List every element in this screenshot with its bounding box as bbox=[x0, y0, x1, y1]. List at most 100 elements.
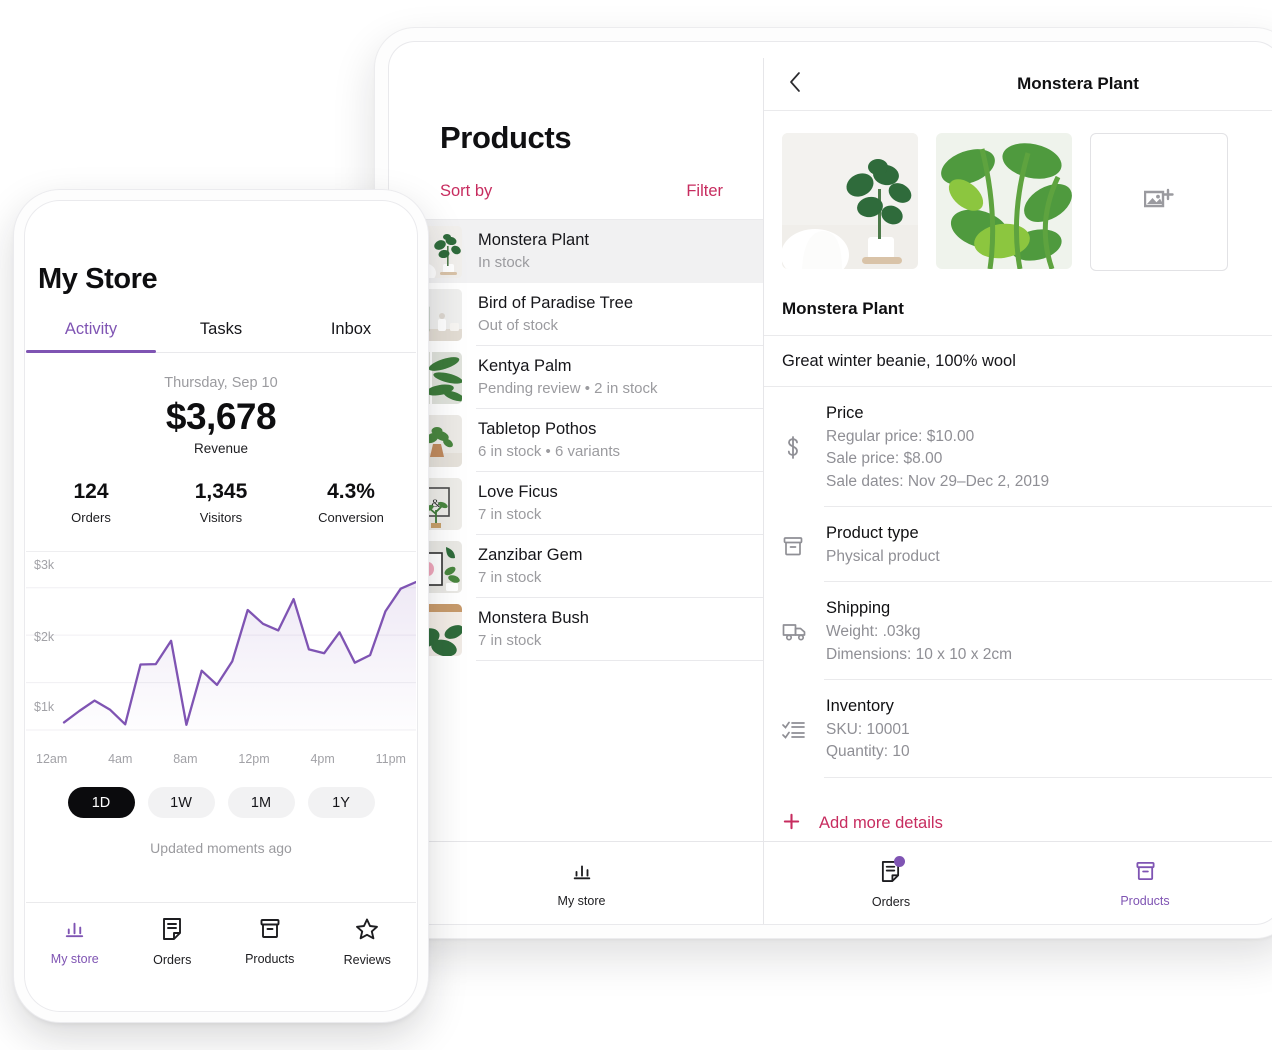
product-list-item[interactable]: Bird of Paradise Tree Out of stock bbox=[400, 283, 763, 346]
box-icon bbox=[259, 917, 281, 945]
plus-icon bbox=[782, 812, 801, 836]
product-list-item[interactable]: Monstera Plant In stock bbox=[400, 220, 763, 283]
detail-row-line: Physical product bbox=[826, 547, 940, 565]
product-item-status: Out of stock bbox=[478, 317, 559, 335]
tab-tasks[interactable]: Tasks bbox=[156, 320, 286, 352]
product-item-status: Pending review • 2 in stock bbox=[478, 380, 658, 398]
orders-document-icon bbox=[880, 855, 906, 888]
range-option-1w[interactable]: 1W bbox=[147, 787, 215, 818]
kpi-value: 124 bbox=[73, 480, 109, 503]
product-item-name: Tabletop Pothos bbox=[478, 420, 597, 439]
stats-revenue-label: Revenue bbox=[193, 441, 249, 456]
product-item-name: Monstera Bush bbox=[478, 609, 589, 628]
product-list-item[interactable]: Tabletop Pothos 6 in stock • 6 variants bbox=[400, 409, 763, 472]
nav-item-my-store[interactable]: My store bbox=[557, 860, 606, 908]
nav-slot-my-store: My store bbox=[26, 903, 124, 995]
detail-row-heading: Product type bbox=[826, 524, 919, 543]
detail-row-line: Quantity: 10 bbox=[826, 743, 910, 761]
tablet-screen: Products Sort by Filter Monstera Plant In… bbox=[400, 58, 1272, 926]
y-axis-label-3k: $3k bbox=[34, 558, 55, 572]
add-more-details-button[interactable]: Add more details bbox=[764, 778, 1272, 836]
product-item-status: In stock bbox=[478, 254, 530, 272]
product-detail-pane: Monstera Plant Monstera Plant Great wint… bbox=[764, 58, 1272, 926]
x-tick-label: 4am bbox=[108, 752, 133, 766]
range-option-1d[interactable]: 1D bbox=[67, 787, 135, 818]
row-divider bbox=[476, 660, 763, 661]
box-icon bbox=[1135, 860, 1156, 887]
add-more-details-label: Add more details bbox=[819, 814, 943, 833]
product-item-status: 6 in stock • 6 variants bbox=[478, 443, 620, 461]
screenshot-stage: Products Sort by Filter Monstera Plant In… bbox=[0, 0, 1272, 1050]
y-axis-label-2k: $2k bbox=[34, 630, 55, 644]
orders-document-icon bbox=[161, 917, 183, 946]
detail-product-name: Monstera Plant bbox=[782, 299, 904, 318]
stats-date: Thursday, Sep 10 bbox=[164, 375, 278, 391]
nav-item-orders[interactable]: Orders bbox=[153, 917, 191, 967]
phone-tab-bar: Activity Tasks Inbox bbox=[26, 320, 416, 353]
row-divider bbox=[824, 776, 1272, 778]
nav-label: Products bbox=[245, 952, 295, 966]
y-axis-label-1k: $1k bbox=[34, 700, 55, 714]
nav-item-my-store[interactable]: My store bbox=[51, 917, 99, 966]
product-list-item[interactable]: Monstera Bush 7 in stock bbox=[400, 598, 763, 661]
product-item-name: Monstera Plant bbox=[478, 231, 589, 250]
bar-chart-icon bbox=[63, 917, 86, 945]
product-photo-2[interactable] bbox=[936, 133, 1072, 269]
range-option-1m[interactable]: 1M bbox=[227, 787, 295, 818]
product-list-item[interactable]: & Love Ficus 7 in stock bbox=[400, 472, 763, 535]
x-tick-label: 11pm bbox=[375, 752, 406, 766]
nav-item-products[interactable]: Products bbox=[1120, 860, 1170, 908]
add-photo-placeholder[interactable] bbox=[1090, 133, 1228, 271]
range-segmented-control: 1D 1W 1M 1Y bbox=[26, 787, 416, 818]
kpi-label: Conversion bbox=[318, 510, 384, 525]
nav-slot-orders: Orders bbox=[764, 855, 1018, 909]
bar-chart-icon bbox=[571, 860, 593, 887]
product-item-name: Kentya Palm bbox=[478, 357, 572, 376]
nav-item-products[interactable]: Products bbox=[245, 917, 294, 966]
detail-row[interactable]: Inventory SKU: 10001 Quantity: 10 bbox=[764, 680, 1272, 778]
phone-bottom-nav: My store Orders Products Reviews bbox=[26, 902, 416, 1009]
filter-button[interactable]: Filter bbox=[686, 182, 723, 201]
detail-row-line: Sale dates: Nov 29–Dec 2, 2019 bbox=[826, 472, 1050, 490]
nav-item-orders[interactable]: Orders bbox=[871, 855, 911, 909]
nav-label-orders: Orders bbox=[871, 894, 911, 909]
store-page-title: My Store bbox=[38, 263, 158, 295]
nav-slot-products: Products bbox=[221, 903, 319, 995]
product-list-item[interactable]: Kentya Palm Pending review • 2 in stock bbox=[400, 346, 763, 409]
nav-label: My store bbox=[50, 952, 99, 966]
nav-item-reviews[interactable]: Reviews bbox=[344, 917, 391, 967]
product-list-item[interactable]: Zanzibar Gem 7 in stock bbox=[400, 535, 763, 598]
detail-row-line: Weight: .03kg bbox=[826, 623, 921, 641]
detail-row-line: Dimensions: 10 x 10 x 2cm bbox=[826, 645, 1013, 663]
nav-slot-products: Products bbox=[1018, 860, 1272, 908]
detail-header: Monstera Plant bbox=[764, 58, 1272, 111]
products-page-title: Products bbox=[440, 120, 572, 155]
detail-row-line: Sale price: $8.00 bbox=[826, 450, 943, 468]
detail-row-line: SKU: 10001 bbox=[826, 720, 910, 738]
box-icon bbox=[782, 521, 824, 568]
orders-badge-dot bbox=[894, 855, 906, 867]
detail-row-heading: Shipping bbox=[826, 599, 891, 618]
star-icon bbox=[355, 917, 379, 946]
detail-row[interactable]: Price Regular price: $10.00 Sale price: $8… bbox=[764, 387, 1272, 508]
product-item-status: 7 in stock bbox=[478, 632, 542, 650]
tab-inbox[interactable]: Inbox bbox=[286, 320, 416, 352]
sort-by-button[interactable]: Sort by bbox=[440, 182, 492, 201]
detail-product-description[interactable]: Great winter beanie, 100% wool bbox=[764, 335, 1272, 386]
x-tick-label: 8am bbox=[173, 752, 198, 766]
x-tick-label: 12pm bbox=[238, 752, 270, 766]
product-photo-1[interactable] bbox=[782, 133, 918, 269]
detail-attribute-rows: Price Regular price: $10.00 Sale price: $8… bbox=[764, 386, 1272, 778]
nav-label-products: Products bbox=[1120, 894, 1170, 908]
tablet-right-bottom-nav: Orders Products bbox=[764, 841, 1272, 926]
nav-label-my-store: My store bbox=[557, 894, 606, 908]
tab-activity[interactable]: Activity bbox=[26, 320, 156, 353]
range-option-1y[interactable]: 1Y bbox=[307, 787, 375, 818]
detail-row[interactable]: Product type Physical product bbox=[764, 507, 1272, 583]
kpi-value: 1,345 bbox=[194, 480, 248, 503]
kpi-value: 4.3% bbox=[327, 480, 375, 503]
nav-label: Reviews bbox=[343, 953, 391, 967]
kpi-label: Orders bbox=[71, 510, 111, 525]
kpi-conversion: 4.3% Conversion bbox=[286, 480, 416, 525]
detail-row[interactable]: Shipping Weight: .03kg Dimensions: 10 x 10… bbox=[764, 582, 1272, 681]
